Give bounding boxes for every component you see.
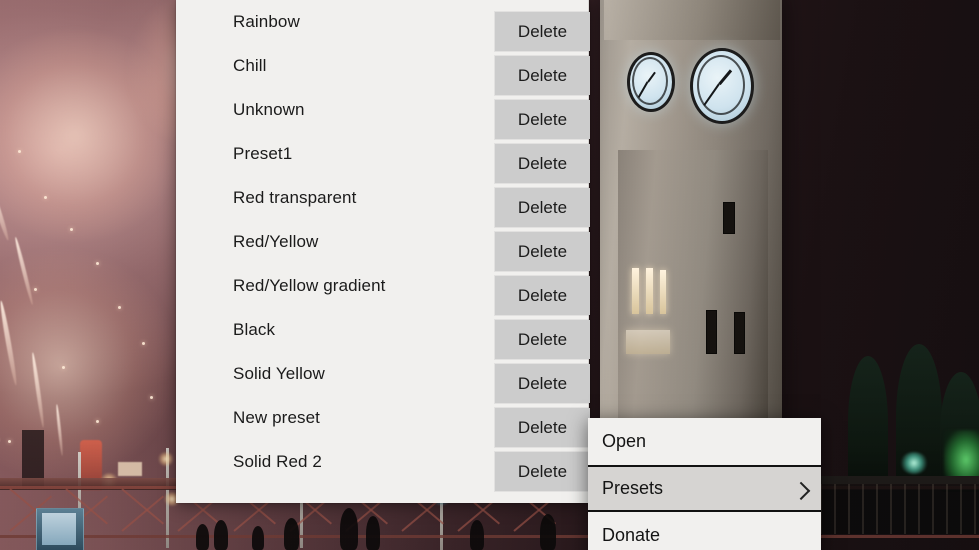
context-menu-item-open[interactable]: Open <box>588 418 821 465</box>
delete-preset-button[interactable]: Delete <box>495 56 590 95</box>
preset-name-label: Red/Yellow <box>233 232 319 251</box>
context-menu-item-donate[interactable]: Donate <box>588 512 821 550</box>
preset-name-label: Solid Yellow <box>233 364 325 383</box>
screen-root: Rainbow Chill Unknown Preset1 Red transparen… <box>0 0 979 550</box>
delete-preset-button[interactable]: Delete <box>495 408 590 447</box>
chevron-right-icon <box>791 481 811 500</box>
delete-preset-button[interactable]: Delete <box>495 12 590 51</box>
context-menu-item-label: Open <box>602 431 647 451</box>
context-menu: Open Presets Donate <box>588 418 821 550</box>
context-menu-item-presets[interactable]: Presets <box>588 465 821 512</box>
context-menu-item-label: Presets <box>602 478 664 498</box>
preset-name-label: Red transparent <box>233 188 357 207</box>
preset-name-label: Solid Red 2 <box>233 452 322 471</box>
delete-button-column: Delete Delete Delete Delete Delete Delete Dele… <box>495 12 590 496</box>
preset-name-label: Rainbow <box>233 12 300 31</box>
delete-preset-button[interactable]: Delete <box>495 188 590 227</box>
delete-preset-button[interactable]: Delete <box>495 364 590 403</box>
preset-name-label: Preset1 <box>233 144 293 163</box>
preset-name-label: New preset <box>233 408 320 427</box>
context-menu-item-label: Donate <box>602 525 661 545</box>
delete-preset-button[interactable]: Delete <box>495 100 590 139</box>
preset-name-label: Unknown <box>233 100 305 119</box>
delete-preset-button[interactable]: Delete <box>495 276 590 315</box>
delete-preset-button[interactable]: Delete <box>495 452 590 491</box>
delete-preset-button[interactable]: Delete <box>495 144 590 183</box>
delete-preset-button[interactable]: Delete <box>495 232 590 271</box>
preset-name-label: Black <box>233 320 276 339</box>
preset-name-label: Red/Yellow gradient <box>233 276 386 295</box>
preset-name-label: Chill <box>233 56 267 75</box>
delete-preset-button[interactable]: Delete <box>495 320 590 359</box>
